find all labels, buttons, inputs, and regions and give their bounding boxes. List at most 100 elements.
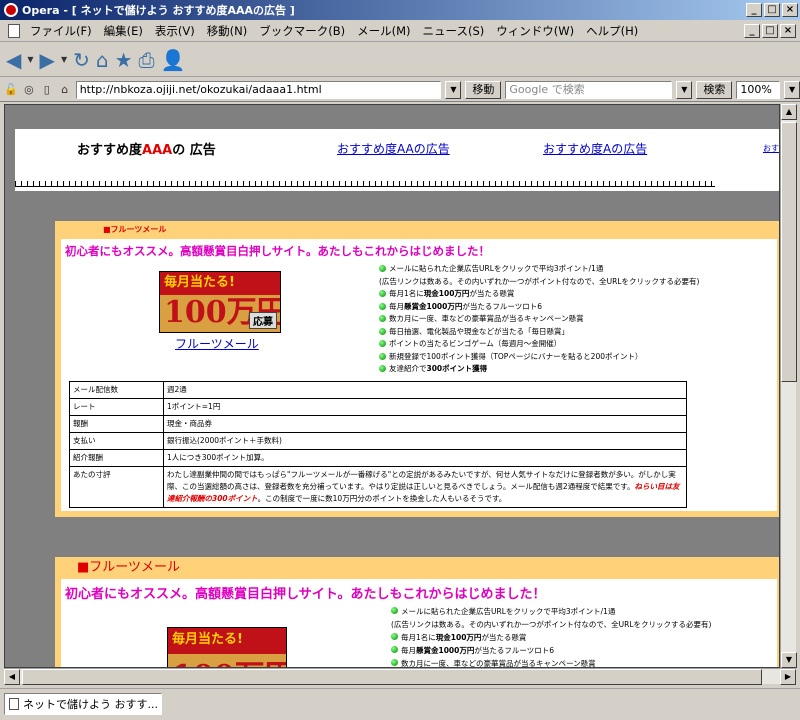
close-button[interactable]: × [782,3,798,17]
title-prefix: おすすめ度 [77,143,143,158]
table-value: 現金・商品券 [163,415,687,433]
mdi-restore-button[interactable]: □ [762,23,778,38]
feature-item: 毎月1名に現金100万円が当たる懸賞 [379,288,699,301]
feature-bold: 現金100万円 [423,289,470,298]
home-icon[interactable]: ⌂ [96,47,109,73]
minimize-button[interactable]: _ [746,3,762,17]
table-key: 支払い [69,432,164,450]
page-title: おすすめ度AAAの 広告 [77,139,216,158]
link-rank-other[interactable]: おす [763,143,779,154]
search-input[interactable]: Google で検索 [505,80,673,99]
fruitmail-banner[interactable]: 毎月当たる! 100万円 応募 [167,627,287,667]
feature-text: が当たる懸賞 [469,289,515,298]
horizontal-scrollbar[interactable]: ◀ ▶ [4,668,796,685]
green-bullet-icon [379,290,386,297]
menu-news[interactable]: ニュース(S) [417,21,491,41]
feature-text: 新規登録で100ポイント獲得（TOPページにバナーを貼ると200ポイント） [389,351,643,361]
horizontal-scroll-thumb[interactable] [22,669,762,685]
scroll-right-icon[interactable]: ▶ [780,669,796,685]
forward-icon[interactable]: ▶ [40,47,55,73]
search-dropdown-arrow-icon[interactable]: ▼ [676,80,693,99]
maximize-button[interactable]: □ [764,3,780,17]
link-rank-aa[interactable]: おすすめ度AAの広告 [337,140,450,157]
page-info-icon[interactable]: ▯ [40,83,54,97]
cookie-icon[interactable]: ◎ [22,83,36,97]
feature-item: 毎月懸賞金1000万円が当たるフルーツロト6 [379,301,699,314]
back-icon[interactable]: ◀ [6,47,21,73]
menu-view[interactable]: 表示(V) [149,21,201,41]
menu-bookmarks[interactable]: ブックマーク(B) [253,21,351,41]
menu-mail[interactable]: メール(M) [351,21,416,41]
scroll-left-icon[interactable]: ◀ [4,669,20,685]
window-title: Opera - [ ネットで儲けよう おすすめ度AAAの広告 ] [22,4,295,17]
vertical-scrollbar[interactable]: ▲ ▼ [780,104,797,668]
ad-headline: 初心者にもオススメ。高額懸賞目白押しサイト。あたしもこれからはじめました！ [65,244,491,258]
forward-history-arrow-icon[interactable]: ▼ [61,47,67,73]
back-history-arrow-icon[interactable]: ▼ [27,47,33,73]
feature-text: が当たるフルーツロト6 [474,646,554,655]
fruitmail-link[interactable]: フルーツメール [175,335,259,352]
address-bar: 🔓 ◎ ▯ ⌂ http://nbkoza.ojiji.net/okozukai… [0,78,800,102]
trash-icon[interactable]: ⌂ [58,83,72,97]
green-bullet-icon [379,340,386,347]
table-value: 1ポイント=1円 [163,398,687,416]
feature-item: 数カ月に一度、車などの豪華賞品が当るキャンペーン懸賞 [379,313,699,326]
table-value: 銀行振込(2000ポイント＋手数料) [163,432,687,450]
window-titlebar[interactable]: Opera - [ ネットで儲けよう おすすめ度AAAの広告 ] _ □ × [0,0,800,20]
review-text: 。この制度で一度に数10万円分のポイントを換金した人もいるそうです。 [257,494,507,503]
bookmark-icon[interactable]: ★ [115,47,133,73]
table-value: 1人につき300ポイント加算。 [163,449,687,467]
mdi-minimize-button[interactable]: _ [744,23,760,38]
opera-logo-icon [4,3,18,17]
user-icon[interactable]: 👤 [161,47,186,73]
banner-top-text: 毎月当たる! [160,272,280,295]
menu-help[interactable]: ヘルプ(H) [580,21,644,41]
green-bullet-icon [379,315,386,322]
feature-item: メールに貼られた企業広告URLをクリックで平均3ポイント/1通 [391,605,711,618]
navigation-toolbar: ◀ ▼ ▶ ▼ ↻ ⌂ ★ ⎙ 👤 [0,43,800,77]
fruitmail-banner[interactable]: 毎月当たる! 100万円 応募 [159,271,281,333]
feature-bold: 現金100万円 [435,633,482,642]
mdi-close-button[interactable]: × [780,23,796,38]
reload-icon[interactable]: ↻ [73,47,90,73]
table-value: 週2通 [163,381,687,399]
url-input[interactable]: http://nbkoza.ojiji.net/okozukai/adaaa1.… [75,80,442,99]
vertical-scroll-thumb[interactable] [781,122,797,382]
feature-item: ポイントの当たるビンゴゲーム（毎週月～金開催） [379,338,699,351]
page-tab-document-icon [9,698,19,710]
page-tab[interactable]: ネットで儲けよう おすす... [4,693,162,715]
zoom-select[interactable]: 100% [736,80,781,99]
feature-text: (広告リンクは数ある。その内いずれか一つがポイント付なので、全URLをクリックす… [391,620,712,629]
table-key: メール配信数 [69,381,164,399]
search-button[interactable]: 検索 [696,80,733,99]
title-suffix: の 広告 [172,143,216,158]
menu-window[interactable]: ウィンドウ(W) [490,21,580,41]
green-bullet-icon [379,302,386,310]
feature-item: 新規登録で100ポイント獲得（TOPページにバナーを貼ると200ポイント） [379,351,699,364]
feature-list: メールに貼られた企業広告URLをクリックで平均3ポイント/1通 (広告リンクは数… [379,263,699,376]
menu-edit[interactable]: 編集(E) [98,21,149,41]
url-dropdown-arrow-icon[interactable]: ▼ [445,80,462,99]
details-table: メール配信数 週2通 レート 1ポイント=1円 報酬 現金・商品券 支払い 銀行振込(2… [69,381,687,508]
menu-navigation[interactable]: 移動(N) [201,21,254,41]
zoom-dropdown-arrow-icon[interactable]: ▼ [784,80,800,99]
scroll-down-icon[interactable]: ▼ [781,652,797,668]
page-viewport[interactable]: おすすめ度AAAの 広告 おすすめ度AAの広告 おすすめ度Aの広告 おす ■フル… [4,104,780,668]
feature-text: メールに貼られた企業広告URLをクリックで平均3ポイント/1通 [401,607,616,616]
go-button[interactable]: 移動 [465,80,502,99]
ad-block-2: ■フルーツメール 初心者にもオススメ。高額懸賞目白押しサイト。あたしもこれからは… [55,557,779,667]
security-lock-icon[interactable]: 🔓 [4,83,18,97]
scroll-up-icon[interactable]: ▲ [781,104,797,120]
table-row: メール配信数 週2通 [69,381,687,399]
table-key: 紹介報酬 [69,449,164,467]
link-rank-a[interactable]: おすすめ度Aの広告 [543,140,647,157]
feature-text: が当たる懸賞 [481,633,527,642]
green-bullet-icon [379,265,386,272]
print-icon[interactable]: ⎙ [139,47,155,73]
menu-file[interactable]: ファイル(F) [24,21,98,41]
table-row: 支払い 銀行振込(2000ポイント＋手数料) [69,432,687,450]
page-tab-label: ネットで儲けよう おすす... [23,698,158,711]
green-bullet-icon [391,659,398,666]
feature-item: 毎月懸賞金1000万円が当たるフルーツロト6 [391,644,711,657]
feature-text: 毎月 [401,646,416,655]
